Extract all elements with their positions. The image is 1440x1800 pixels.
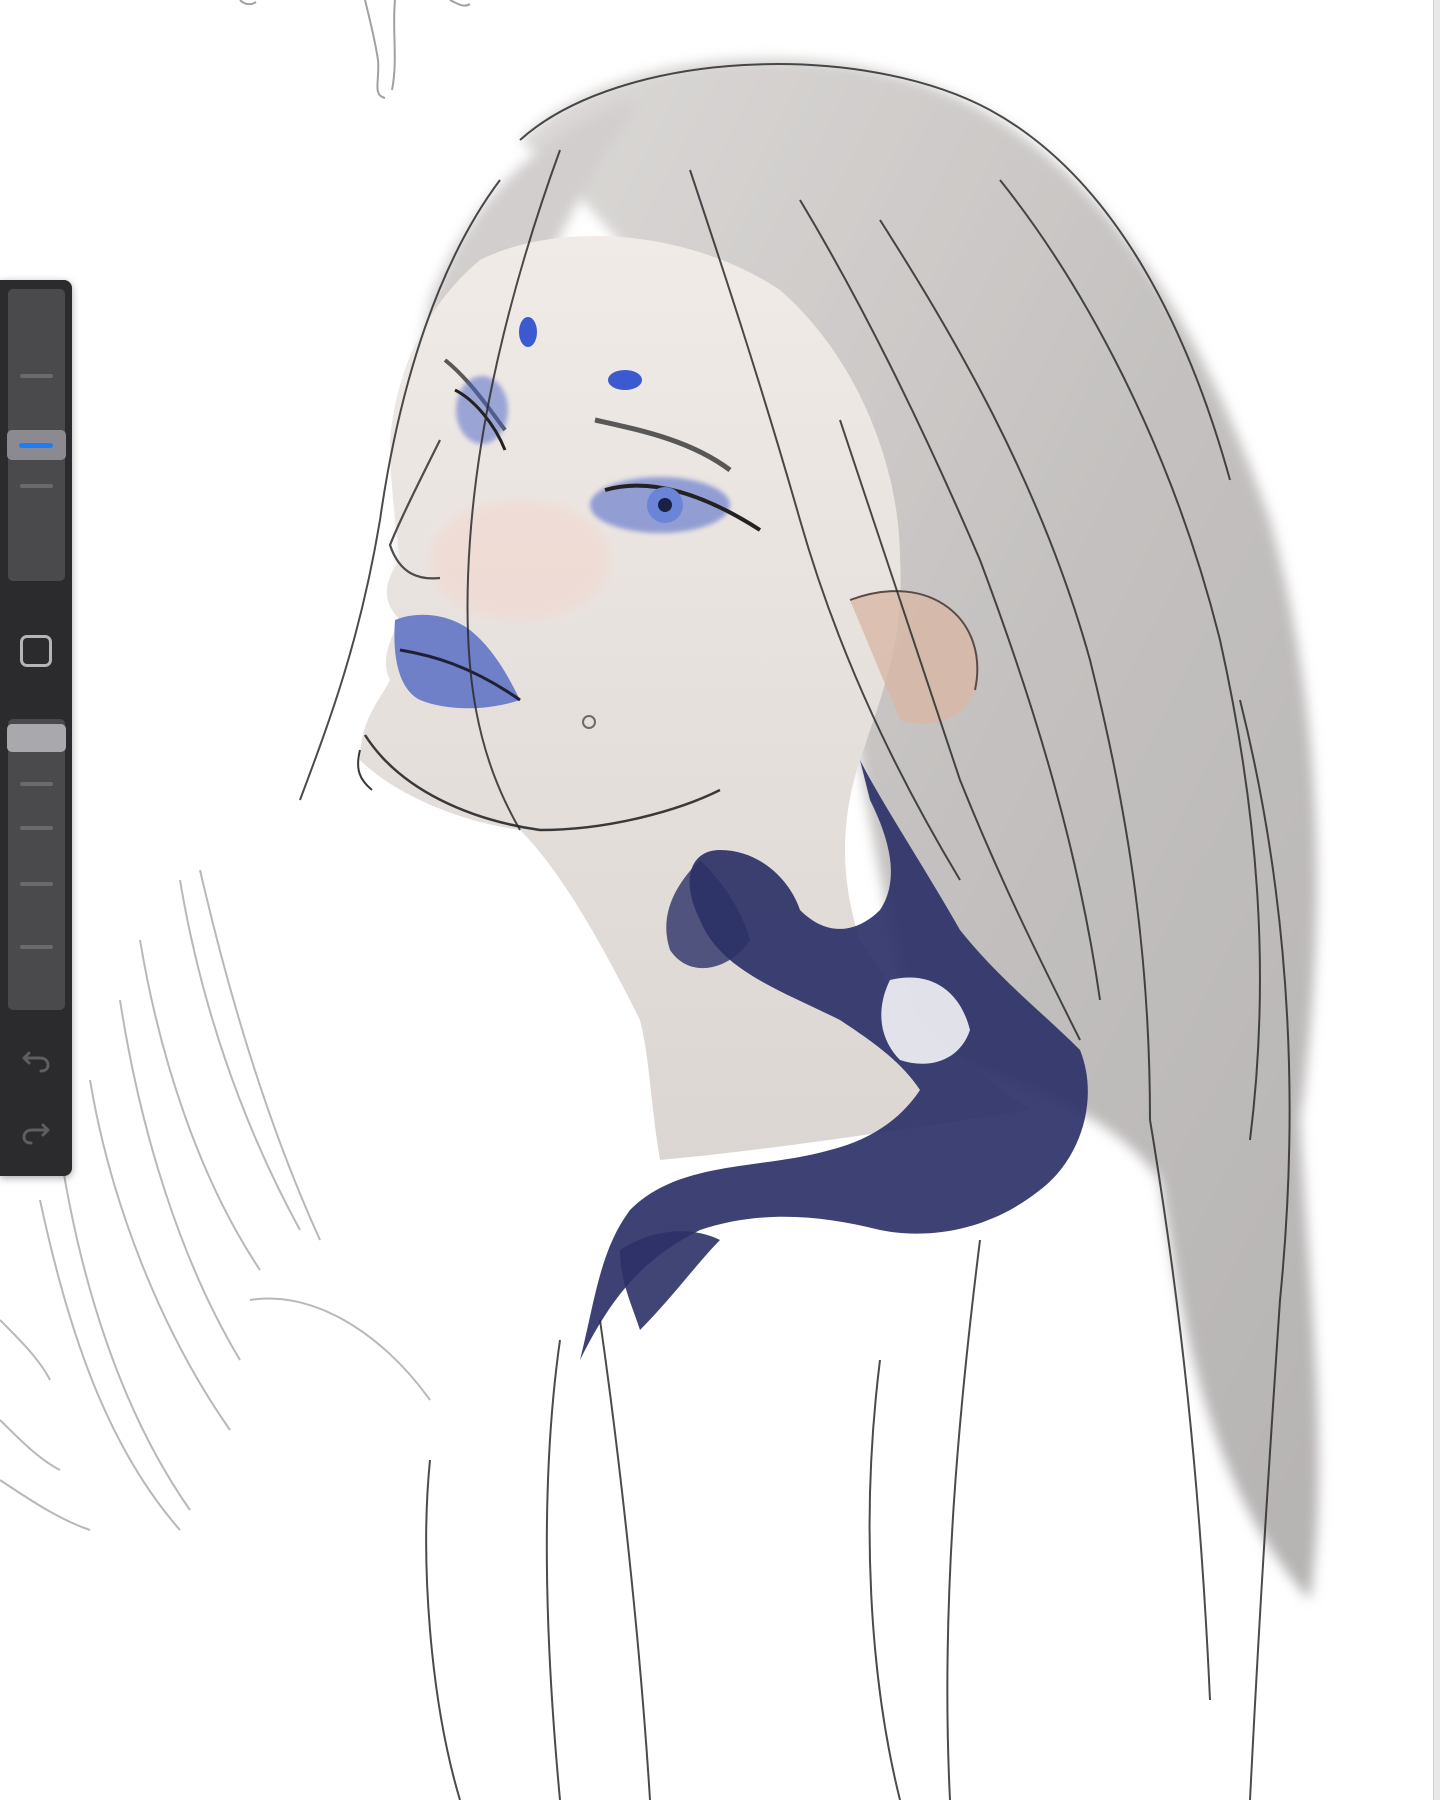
slider-accent	[19, 443, 53, 448]
slider-tick	[20, 945, 53, 949]
redo-arrow-icon	[22, 1123, 50, 1145]
undo-button[interactable]	[16, 1040, 56, 1080]
modify-button[interactable]	[20, 635, 52, 667]
opacity-slider[interactable]	[7, 719, 66, 1010]
brush-size-thumb[interactable]	[7, 430, 66, 460]
slider-tick	[20, 782, 53, 786]
artwork	[0, 0, 1319, 1800]
sketch-top	[239, 0, 471, 99]
tool-sidebar	[0, 280, 72, 1176]
right-edge	[1433, 0, 1440, 1800]
slider-tick	[20, 374, 53, 378]
drawing-canvas[interactable]	[0, 0, 1440, 1800]
opacity-thumb[interactable]	[7, 724, 66, 752]
redo-button[interactable]	[16, 1112, 56, 1152]
slider-tick	[20, 882, 53, 886]
undo-arrow-icon	[22, 1051, 50, 1073]
slider-tick	[20, 484, 53, 488]
slider-tick	[20, 826, 53, 830]
brush-size-slider[interactable]	[7, 289, 66, 581]
